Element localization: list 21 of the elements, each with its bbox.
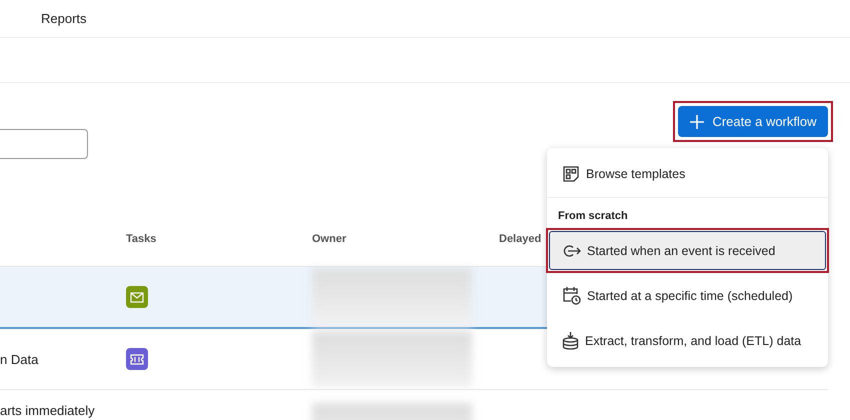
menu-heading: From scratch — [547, 197, 828, 228]
database-download-icon — [562, 331, 579, 350]
ticket-icon — [126, 348, 148, 370]
arrow-out-icon — [562, 244, 581, 258]
column-header: Tasks — [126, 233, 156, 245]
menu-item[interactable]: Started at a specific time (scheduled) — [549, 276, 826, 315]
workflow-name: n Data — [0, 352, 38, 366]
nav-tab[interactable]: Reports — [41, 11, 87, 26]
workflow-name: arts immediately — [0, 403, 95, 418]
envelope-icon — [126, 286, 148, 308]
search-field[interactable] — [0, 129, 88, 159]
menu-item[interactable]: Extract, transform, and load (ETL) data — [549, 321, 826, 360]
calendar-clock-icon — [562, 286, 581, 305]
table-row[interactable] — [0, 267, 547, 329]
column-header: Delayed — [499, 233, 542, 245]
grid-icon — [562, 164, 580, 182]
menu-item[interactable]: Started when an event is received — [549, 231, 826, 270]
plus-icon — [689, 114, 706, 130]
column-header: Owner — [312, 233, 346, 245]
create-workflow-button[interactable]: Create a workflow — [678, 106, 828, 137]
menu-item[interactable]: Browse templates — [549, 154, 826, 193]
